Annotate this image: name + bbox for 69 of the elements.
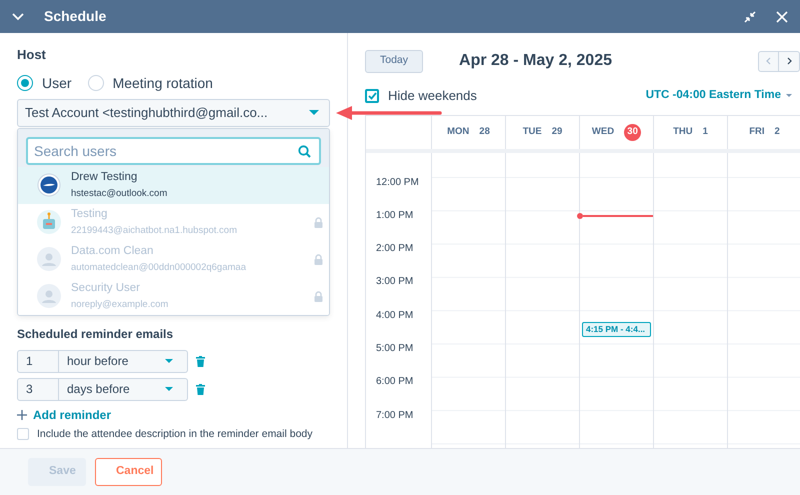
logo-avatar: [37, 173, 61, 197]
checkbox[interactable]: [365, 88, 379, 103]
caret-icon: [165, 387, 173, 391]
person-avatar: [37, 247, 61, 271]
minimize-icon[interactable]: [744, 10, 756, 22]
trash-icon[interactable]: [196, 384, 205, 394]
checkbox[interactable]: [17, 428, 29, 440]
user-name: Security User: [71, 281, 142, 296]
user-name: Drew Testing: [71, 170, 138, 185]
chevron-left-icon: [766, 57, 771, 65]
checkbox-label: Hide weekends: [388, 87, 477, 105]
close-icon[interactable]: [776, 10, 788, 22]
weekday-label: MON: [447, 124, 470, 139]
time-label: 2:00 PM: [375, 242, 414, 256]
field-label: Host: [17, 46, 47, 64]
section-label: Scheduled reminder emails: [17, 326, 174, 342]
time-label: 1:00 PM: [375, 208, 414, 223]
plus-icon: [17, 410, 27, 420]
user-option[interactable]: Drew Testing hstestac@outlook.com: [18, 166, 329, 204]
lock-icon: [314, 216, 323, 228]
caret-icon: [309, 110, 319, 115]
user-email: automatedclean@00ddn000002q6gamaa: [71, 262, 247, 274]
time-label: 3:00 PM: [375, 275, 414, 290]
today-button[interactable]: Today: [365, 50, 424, 72]
weekday-label: FRI: [749, 124, 764, 139]
date-range: Apr 28 - May 2, 2025: [459, 51, 612, 71]
robot-avatar: [37, 210, 61, 234]
user-email: hstestac@outlook.com: [71, 188, 168, 200]
next-button[interactable]: [779, 50, 800, 72]
radio-option[interactable]: User: [17, 72, 72, 94]
calendar-event[interactable]: 4:15 PM - 4:4...: [582, 322, 651, 336]
checkbox-label: Include the attendee description in the reminder email body: [37, 426, 313, 442]
today-date-badge: 30: [624, 124, 642, 140]
date-label: 29: [552, 124, 562, 139]
time-label: 6:00 PM: [375, 375, 414, 390]
user-email: 22199443@aichatbot.na1.hubspot.com: [71, 224, 238, 237]
number-field[interactable]: 1: [17, 350, 59, 372]
lock-icon: [314, 254, 323, 264]
cancel-button[interactable]: Cancel: [95, 458, 162, 486]
unit-select[interactable]: hour before: [59, 350, 188, 372]
time-label: 5:00 PM: [375, 342, 414, 356]
unit-select[interactable]: days before: [59, 378, 188, 400]
chevron-right-icon: [786, 57, 792, 65]
timezone-select[interactable]: UTC -04:00 Eastern Time: [646, 87, 792, 104]
add-reminder-link[interactable]: Add reminder: [17, 406, 330, 424]
user-name: Data.com Clean: [71, 244, 154, 259]
weekday-label: THU: [673, 124, 693, 139]
radio-option[interactable]: Meeting rotation: [88, 72, 213, 94]
time-label: 12:00 PM: [375, 176, 420, 190]
user-email: noreply@example.com: [71, 298, 170, 311]
caret-icon: [786, 94, 792, 98]
person-avatar: [37, 284, 61, 308]
host-select[interactable]: Test Account <testinghubthird@gmail.co...: [17, 98, 330, 126]
collapse-icon[interactable]: [12, 12, 24, 20]
search-icon: [298, 144, 311, 158]
date-label: 28: [479, 124, 490, 139]
date-label: 1: [702, 124, 708, 139]
weekday-label: WED: [592, 124, 614, 139]
date-label: 2: [774, 124, 780, 139]
window-title: Schedule: [44, 7, 106, 26]
user-name: Testing: [71, 207, 108, 222]
number-field[interactable]: 3: [17, 378, 59, 400]
trash-icon[interactable]: [196, 356, 205, 366]
time-label: 4:00 PM: [375, 308, 414, 323]
lock-icon: [314, 290, 323, 302]
search-field[interactable]: Search users: [26, 136, 321, 164]
weekday-label: TUE: [522, 124, 542, 139]
caret-icon: [165, 359, 173, 363]
time-label: 7:00 PM: [375, 408, 414, 423]
